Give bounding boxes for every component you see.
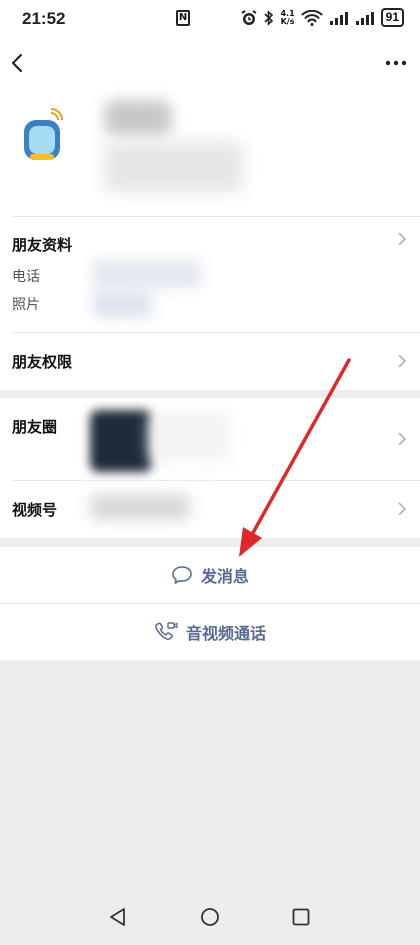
moments-channels-card: 朋友圈 视频号 <box>0 398 420 538</box>
nfc-icon: N <box>176 10 190 26</box>
send-message-button[interactable]: 发消息 <box>0 547 420 603</box>
friend-permissions-label: 朋友权限 <box>12 353 73 371</box>
avatar[interactable] <box>20 108 68 168</box>
chat-bubble-icon <box>172 566 192 584</box>
audio-video-call-button[interactable]: 音视频通话 <box>0 604 420 660</box>
bluetooth-icon <box>264 9 274 26</box>
send-message-label: 发消息 <box>200 567 249 586</box>
status-time: 21:52 <box>22 9 66 28</box>
moments-row[interactable]: 朋友圈 <box>0 398 420 480</box>
status-bar: 21:52 N 4.1 K/s 91 <box>0 0 420 38</box>
channels-label: 视频号 <box>12 501 58 519</box>
blurred-photos <box>92 290 152 318</box>
chevron-right-icon <box>398 432 407 446</box>
chevron-right-icon <box>398 232 407 246</box>
home-circle-icon[interactable] <box>200 907 220 927</box>
system-navigation-bar <box>0 889 420 945</box>
av-call-label: 音视频通话 <box>185 624 266 643</box>
photos-label: 照片 <box>12 297 40 313</box>
blurred-phone <box>92 260 202 288</box>
back-icon[interactable] <box>6 50 28 76</box>
channels-row[interactable]: 视频号 <box>0 480 420 538</box>
profile-header <box>0 90 420 216</box>
network-speed: 4.1 K/s <box>280 9 295 26</box>
friend-info-row[interactable]: 朋友资料 电话 照片 <box>0 216 420 332</box>
signal-icon <box>329 11 348 25</box>
battery-indicator: 91 <box>380 8 404 27</box>
wifi-icon <box>300 9 323 26</box>
blurred-nickname <box>104 100 172 136</box>
chevron-right-icon <box>398 354 407 368</box>
phone-label: 电话 <box>12 269 40 285</box>
friend-permissions-row[interactable]: 朋友权限 <box>0 332 420 390</box>
status-icons: 4.1 K/s 91 <box>240 8 404 27</box>
blurred-moments-extra <box>150 412 230 462</box>
alarm-icon <box>241 9 258 25</box>
signal-icon-2 <box>355 11 374 25</box>
top-nav-bar <box>0 38 420 90</box>
blurred-moments-photo <box>90 410 152 472</box>
back-triangle-icon[interactable] <box>108 907 128 927</box>
friend-info-label: 朋友资料 <box>12 236 73 254</box>
blurred-account-info <box>104 142 244 192</box>
moments-label: 朋友圈 <box>12 418 58 436</box>
friend-info-card: 朋友资料 电话 照片 朋友权限 <box>0 216 420 390</box>
chevron-right-icon <box>398 502 407 516</box>
blurred-channels <box>90 494 190 520</box>
phone-video-icon <box>155 622 178 640</box>
recents-square-icon[interactable] <box>291 907 311 927</box>
more-dots-icon[interactable] <box>382 50 410 76</box>
network-speed-unit: K/s <box>280 16 295 26</box>
